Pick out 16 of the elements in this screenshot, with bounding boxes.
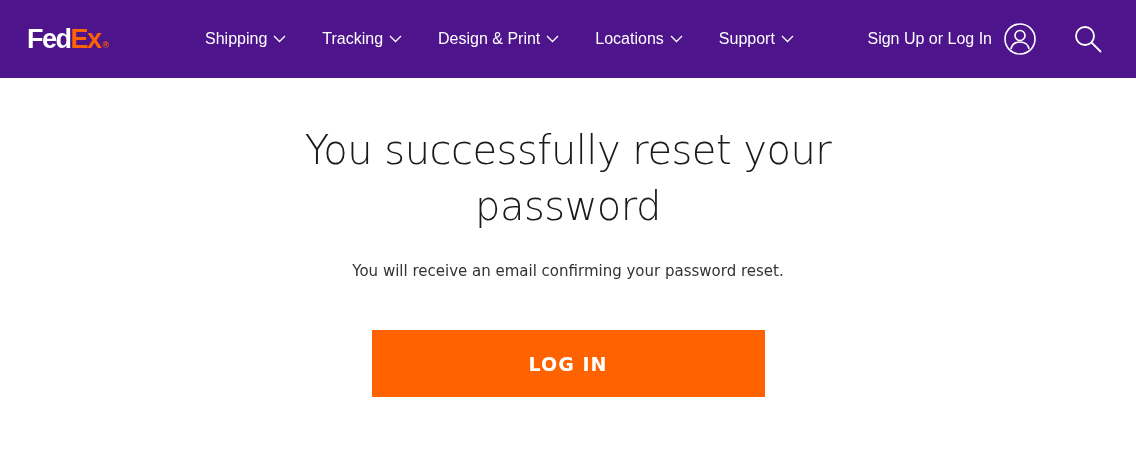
chevron-down-icon <box>389 35 403 43</box>
search-icon[interactable] <box>1074 25 1102 53</box>
user-account-icon[interactable] <box>1004 23 1036 55</box>
nav-menu-item[interactable]: Locations <box>595 30 683 48</box>
page-heading: You successfully reset your password <box>303 126 833 231</box>
chevron-down-icon <box>780 35 794 43</box>
chevron-down-icon <box>669 35 683 43</box>
chevron-down-icon <box>546 35 560 43</box>
confirmation-message: You will receive an email confirming your password reset. <box>352 262 784 280</box>
logo[interactable]: FedEx® <box>27 23 205 55</box>
nav-menu-item[interactable]: Design & Print <box>438 30 560 48</box>
nav-menu-item[interactable]: Shipping <box>205 30 287 48</box>
sign-in-link[interactable]: Sign Up or Log In <box>867 30 992 48</box>
nav-menu-item[interactable]: Support <box>718 30 794 48</box>
nav-menu-item[interactable]: Tracking <box>322 30 403 48</box>
chevron-down-icon <box>273 35 287 43</box>
